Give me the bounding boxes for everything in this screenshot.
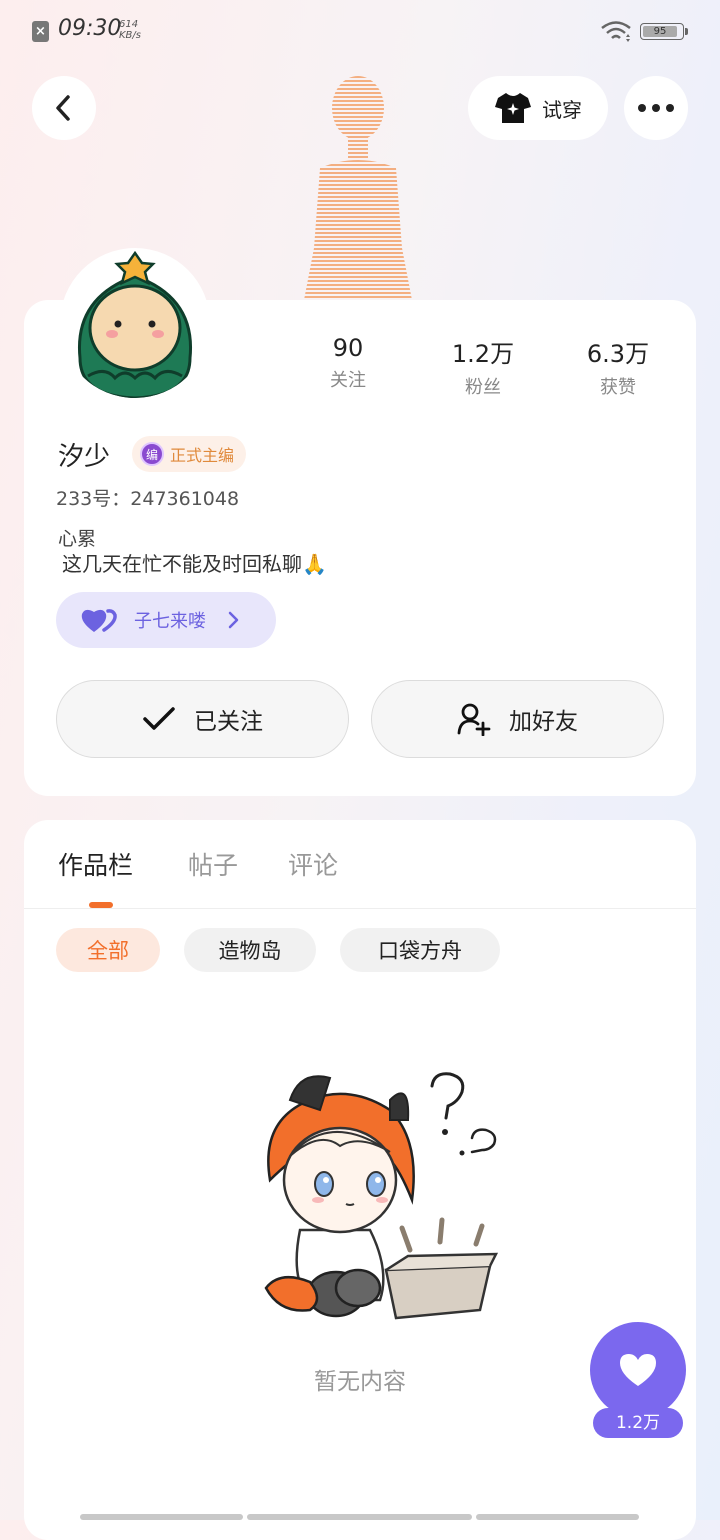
following-label: 已关注 (194, 709, 263, 735)
bio-line: 心累 (58, 528, 97, 550)
back-button[interactable] (32, 76, 96, 140)
stat-likes[interactable]: 6.3万 获赞 (553, 334, 683, 399)
bottom-tab-bar-segment (476, 1514, 639, 1520)
stat-following[interactable]: 90 关注 (283, 334, 413, 392)
like-count: 1.2万 (593, 1408, 683, 1438)
stat-value: 1.2万 (451, 340, 515, 368)
tab-posts[interactable]: 帖子 (188, 846, 238, 882)
wifi-icon (601, 21, 631, 42)
filter-all[interactable]: 全部 (56, 928, 160, 972)
heart-icon (620, 1354, 656, 1386)
tab-divider (24, 908, 696, 909)
tab-comments[interactable]: 评论 (288, 846, 338, 882)
avatar[interactable] (60, 248, 210, 398)
empty-state-illustration (264, 1072, 499, 1320)
try-on-label: 试穿 (542, 97, 582, 122)
more-dots-icon (638, 104, 674, 112)
battery-level: 95 (643, 26, 677, 37)
avatar-silhouette-figure (304, 76, 412, 300)
stat-label: 关注 (330, 370, 366, 391)
stat-value: 90 (332, 334, 364, 362)
filter-pocket-ark[interactable]: 口袋方舟 (340, 928, 500, 972)
like-fab-button[interactable] (590, 1322, 686, 1418)
add-friend-button[interactable]: 加好友 (371, 680, 664, 758)
user-id: 233号：247361048 (56, 488, 240, 510)
status-time: 09:30 (58, 16, 122, 41)
tab-works[interactable]: 作品栏 (58, 846, 133, 882)
avatar-image (77, 250, 193, 398)
no-sim-icon: × (32, 21, 49, 42)
battery-icon: 95 (640, 23, 688, 40)
double-heart-icon (81, 609, 117, 632)
network-speed: 614 KB/s (119, 19, 141, 41)
stat-value: 6.3万 (586, 340, 650, 368)
try-on-button[interactable]: 试穿 (468, 76, 608, 140)
bottom-tab-bar-segment (247, 1514, 472, 1520)
editor-badge-label: 正式主编 (170, 446, 235, 465)
chevron-left-icon (56, 95, 70, 121)
status-bar: × 09:30 614 KB/s 95 (0, 0, 720, 64)
editor-badge-icon: 编 (140, 442, 164, 466)
add-friend-label: 加好友 (509, 709, 578, 735)
fan-group-label: 子七来喽 (134, 611, 206, 632)
filter-creation-island[interactable]: 造物岛 (184, 928, 316, 972)
bio-line: 这几天在忙不能及时回私聊🙏 (62, 552, 327, 576)
stat-label: 粉丝 (465, 377, 501, 398)
user-name: 汐少 (58, 442, 111, 472)
more-options-button[interactable] (624, 76, 688, 140)
following-button[interactable]: 已关注 (56, 680, 349, 758)
add-user-icon (457, 703, 491, 736)
stat-fans[interactable]: 1.2万 粉丝 (418, 334, 548, 399)
fan-group-pill[interactable]: 子七来喽 (56, 592, 276, 648)
tshirt-icon (495, 93, 531, 123)
stat-label: 获赞 (600, 377, 636, 398)
chevron-right-icon (228, 611, 239, 629)
editor-badge[interactable]: 编 正式主编 (132, 436, 247, 472)
checkmark-icon (143, 707, 175, 730)
bottom-tab-bar-segment (80, 1514, 243, 1520)
